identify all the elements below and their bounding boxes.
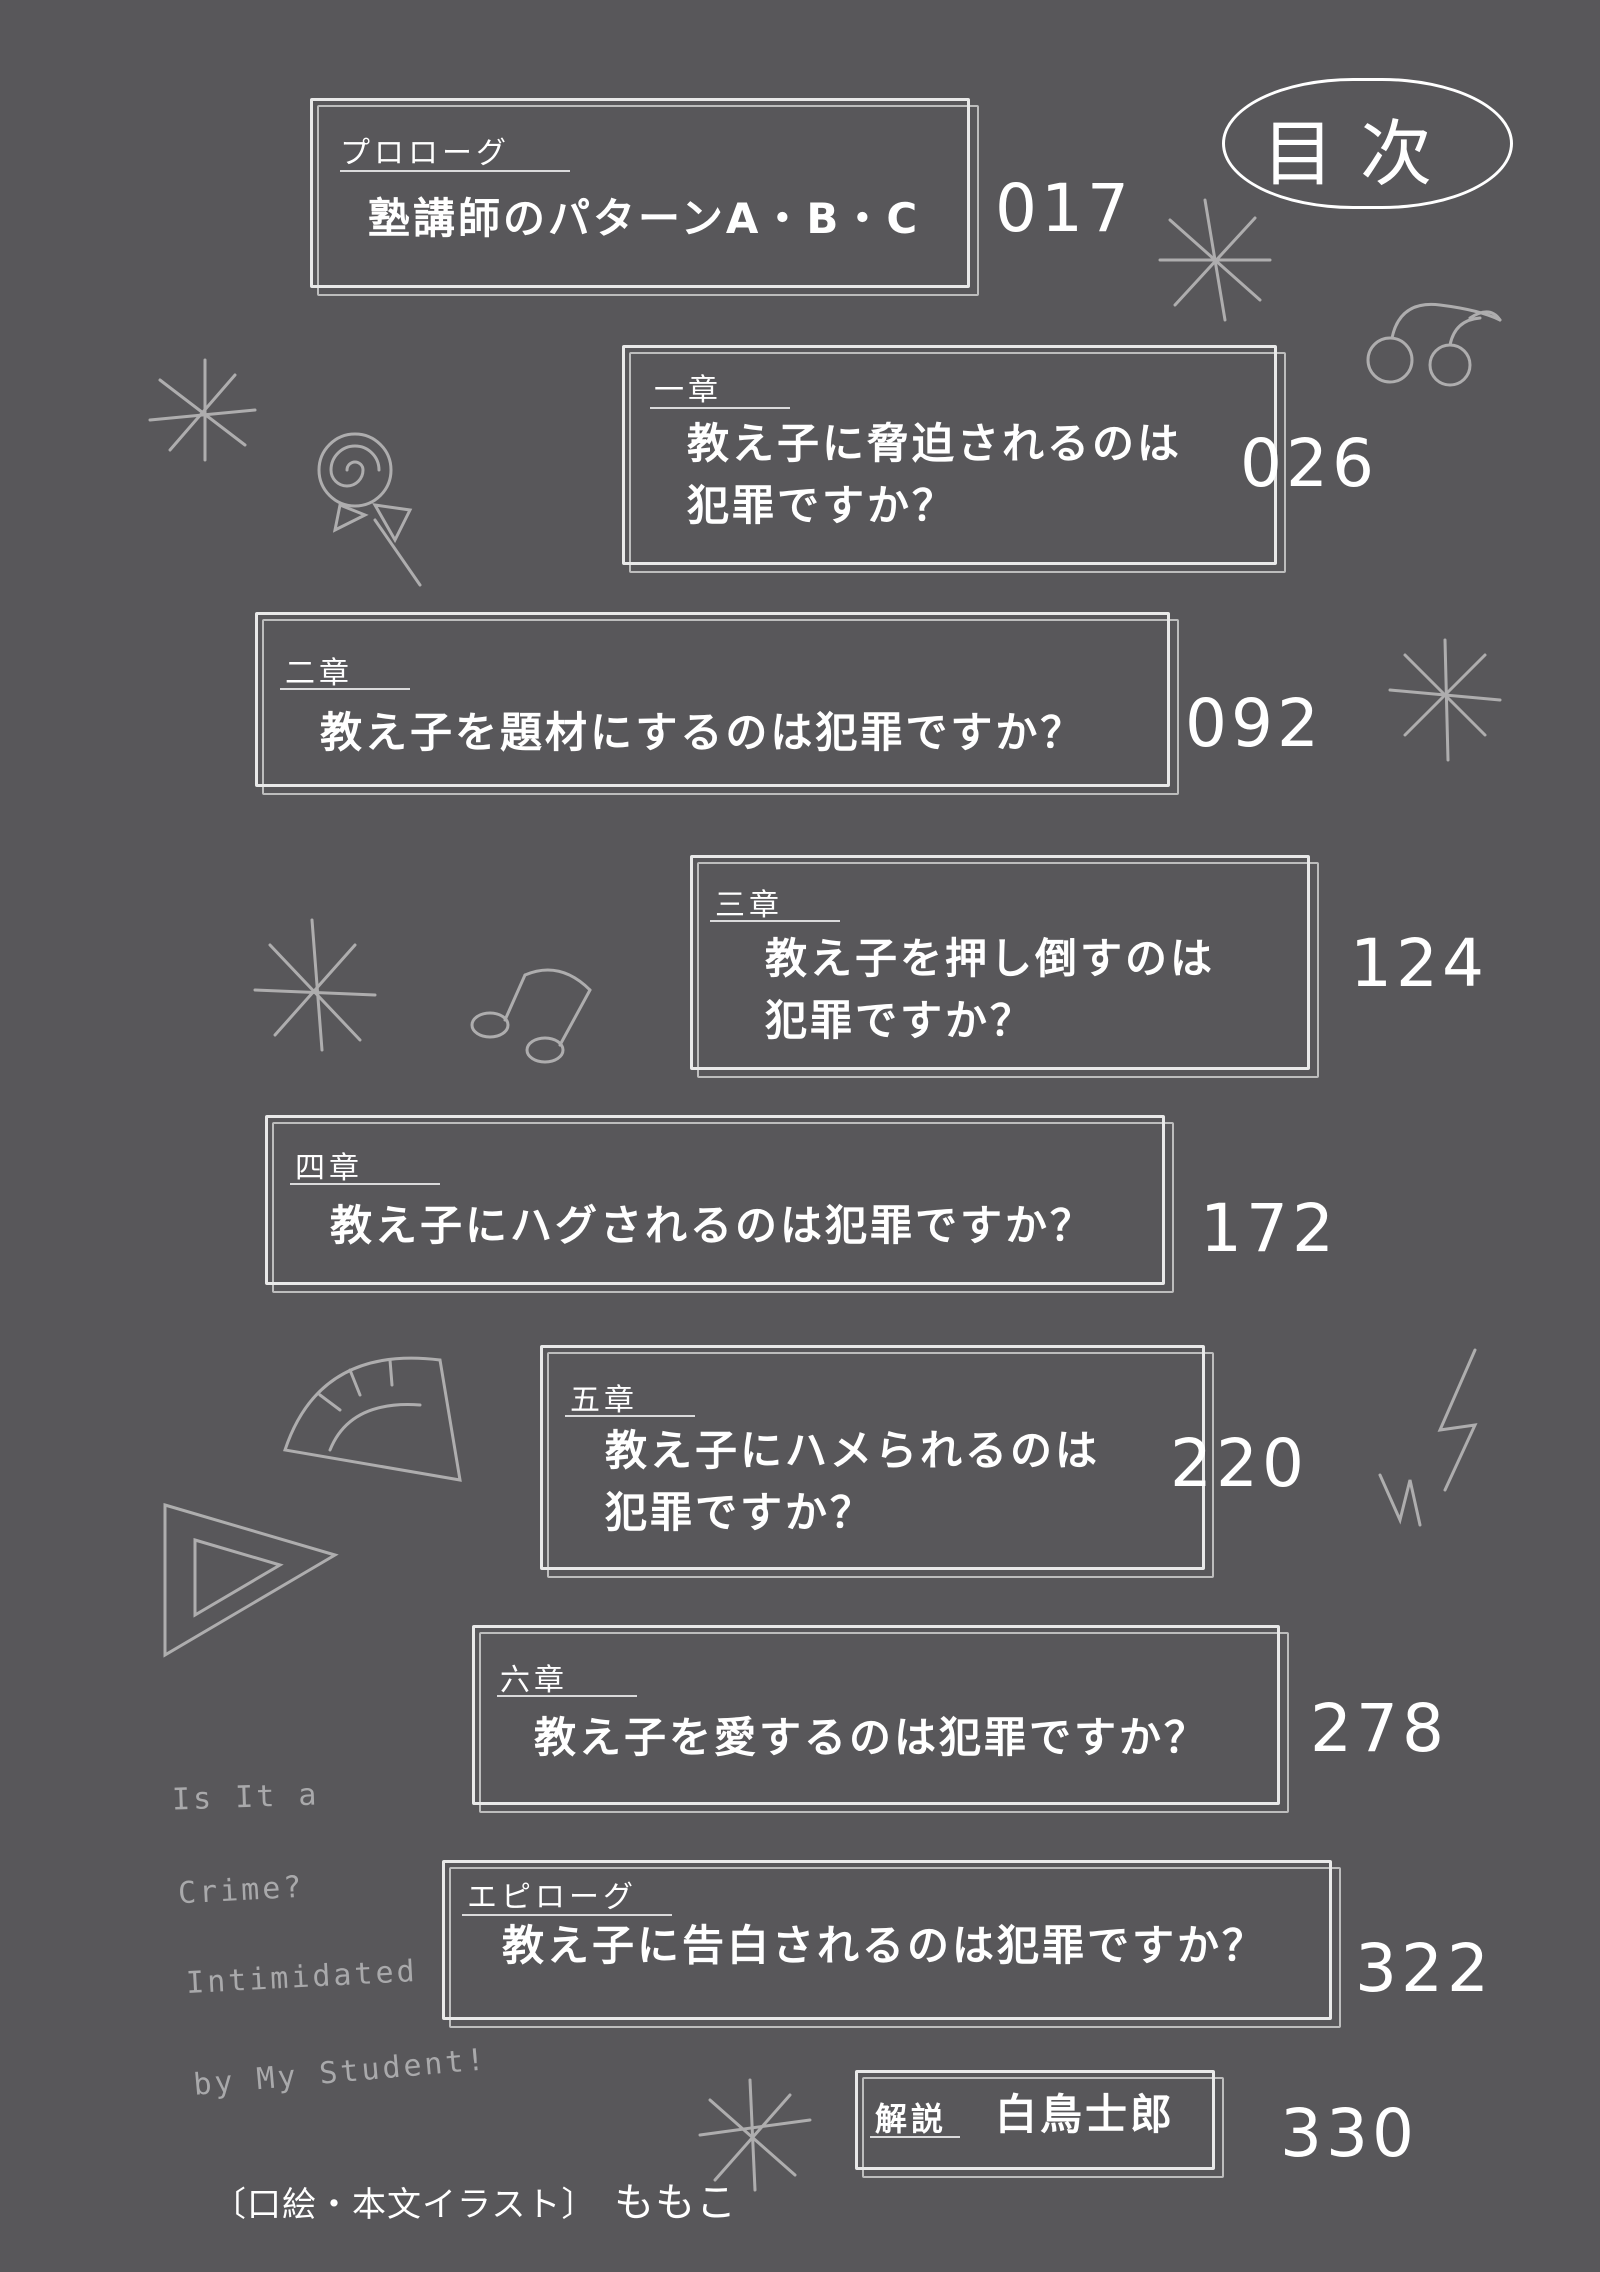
entry-label: 六章 (500, 1663, 568, 1698)
entry-label: 五章 (570, 1383, 638, 1418)
page-number: 017 (995, 170, 1133, 247)
entry-label-underline (497, 1695, 637, 1697)
entry-label: エピローグ (467, 1880, 637, 1915)
toc-entry-epilogue[interactable]: エピローグ 教え子に告白されるのは犯罪ですか？ (442, 1860, 1341, 2028)
entry-label: 三章 (715, 888, 783, 923)
lightning-icon (1378, 1348, 1478, 1527)
entry-title: 塾講師のパターンA・B・C (368, 194, 921, 243)
entry-label: 一章 (654, 373, 722, 408)
sparkle-icon (253, 918, 377, 1052)
entry-label-underline (565, 1415, 695, 1417)
toc-entry-chapter-6[interactable]: 六章 教え子を愛するのは犯罪ですか？ (472, 1625, 1289, 1813)
toc-page: 目次 プロローグ 塾講師のパターンA・B・C 017 一章 教え子に脅迫されるの… (0, 0, 1600, 2272)
entry-title: 教え子にハグされるのは犯罪ですか？ (330, 1201, 1096, 1250)
entry-title: 教え子を愛するのは犯罪ですか？ (534, 1713, 1210, 1762)
sparkle-icon (148, 358, 257, 462)
toc-entry-prologue[interactable]: プロローグ 塾講師のパターンA・B・C (310, 98, 979, 296)
page-number: 220 (1170, 1425, 1308, 1502)
protractor-icon (283, 1356, 462, 1482)
toc-entry-chapter-2[interactable]: 二章 教え子を題材にするのは犯罪ですか？ (255, 612, 1179, 795)
entry-label: 二章 (285, 656, 353, 691)
entry-label-underline (710, 920, 840, 922)
page-number: 124 (1350, 925, 1488, 1002)
toc-entry-chapter-1[interactable]: 一章 教え子に脅迫されるのは 犯罪ですか？ (622, 345, 1286, 573)
toc-entry-chapter-5[interactable]: 五章 教え子にハメられるのは 犯罪ですか？ (540, 1345, 1214, 1578)
toc-entry-chapter-4[interactable]: 四章 教え子にハグされるのは犯罪ですか？ (265, 1115, 1174, 1293)
credit-role: 口絵・本文イラスト (247, 2185, 562, 2225)
entry-label-underline (870, 2136, 960, 2138)
page-title: 目次 (1262, 112, 1459, 196)
page-number: 330 (1280, 2095, 1418, 2172)
page-number: 026 (1240, 425, 1378, 502)
music-note-icon (470, 968, 592, 1064)
page-number: 278 (1310, 1690, 1448, 1767)
entry-title: 教え子に脅迫されるのは 犯罪ですか？ (687, 419, 1183, 530)
toc-entry-commentary[interactable]: 解説 白鳥士郎 (855, 2070, 1224, 2178)
entry-title: 教え子を題材にするのは犯罪ですか？ (320, 708, 1086, 757)
entry-label-underline (650, 407, 790, 409)
page-number: 172 (1200, 1190, 1338, 1267)
english-title-line: Is It a (171, 1777, 321, 1818)
illustration-credit: 〔口絵・本文イラスト〕 ももこ (212, 2170, 737, 2228)
credit-close-bracket: 〕 (561, 2185, 597, 2225)
entry-label: 解説 (875, 2100, 948, 2138)
triangle-ruler-icon (163, 1502, 339, 1658)
credit-open-bracket: 〔 (212, 2185, 247, 2225)
page-number: 092 (1185, 685, 1323, 762)
entry-title: 教え子にハメられるのは 犯罪ですか？ (605, 1426, 1101, 1537)
credit-name: ももこ (614, 2180, 738, 2226)
entry-title: 教え子を押し倒すのは 犯罪ですか？ (765, 934, 1216, 1045)
entry-label: プロローグ (340, 136, 510, 171)
entry-label-underline (290, 1183, 440, 1185)
entry-label-underline (280, 688, 410, 690)
entry-label-underline (340, 170, 570, 172)
entry-label: 四章 (295, 1151, 363, 1186)
cherry-icon (1366, 302, 1502, 387)
sparkle-icon (1388, 638, 1502, 762)
english-title-line: Intimidated (185, 1953, 419, 2002)
english-title-line: Crime? (177, 1869, 306, 1912)
toc-entry-chapter-3[interactable]: 三章 教え子を押し倒すのは 犯罪ですか？ (690, 855, 1319, 1078)
lollipop-icon (317, 432, 422, 587)
page-number: 322 (1355, 1930, 1493, 2007)
entry-title: 教え子に告白されるのは犯罪ですか？ (502, 1921, 1268, 1970)
english-title-line: by My Student! (192, 2042, 489, 2103)
sparkle-icon (1158, 198, 1272, 322)
entry-title: 白鳥士郎 (995, 2090, 1176, 2139)
